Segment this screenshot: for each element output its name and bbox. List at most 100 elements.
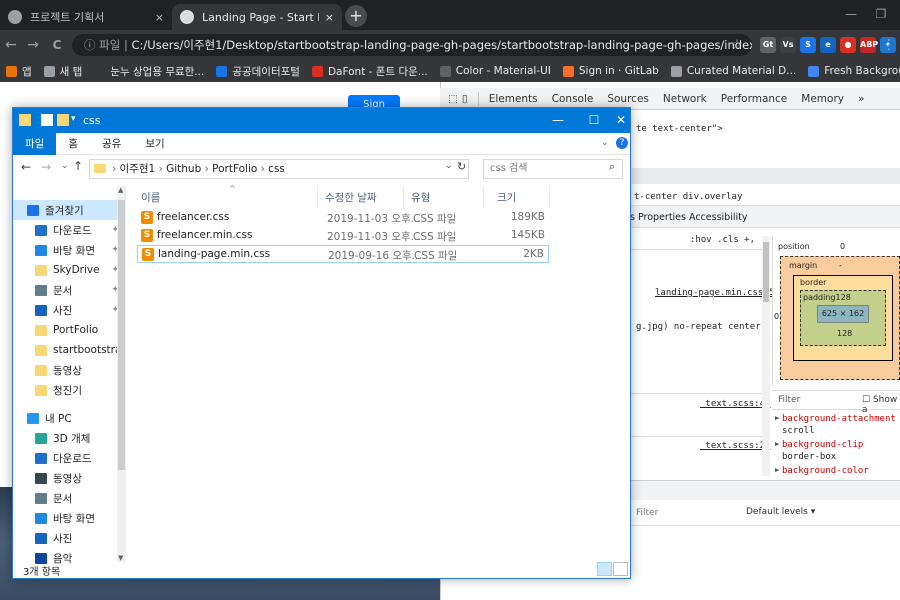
forward-icon[interactable]: →: [24, 36, 42, 54]
new-tab-button[interactable]: +: [345, 5, 367, 27]
nav-pane-item[interactable]: 바탕 화면 ✦: [13, 240, 123, 260]
nav-pane-item[interactable]: 즐겨찾기: [13, 200, 123, 220]
console-filter-input[interactable]: Filter: [636, 508, 658, 518]
nav-pane-item[interactable]: 음악: [13, 548, 123, 564]
file-row[interactable]: Sfreelancer.css 2019-11-03 오후... CSS 파일 189…: [137, 209, 549, 227]
ext-e-icon[interactable]: e: [820, 37, 836, 53]
bookmark-star-icon[interactable]: ☆: [728, 36, 746, 54]
source-link[interactable]: landing-page.min.css:5: [655, 288, 774, 298]
devtools-tab[interactable]: Performance: [721, 93, 788, 105]
nav-pane-item[interactable]: SkyDrive ✦: [13, 260, 123, 280]
nav-pane-item[interactable]: 다운로드: [13, 448, 123, 468]
recent-locations-icon[interactable]: ⌄: [61, 161, 69, 171]
path-dropdown-icon[interactable]: ⌄: [445, 161, 453, 171]
devtools-tab[interactable]: Elements: [489, 93, 538, 105]
bookmark-item[interactable]: 앱: [6, 64, 32, 79]
reload-icon[interactable]: C: [48, 36, 66, 54]
adblock-icon[interactable]: ABP: [860, 37, 878, 53]
nav-pane-item[interactable]: 문서: [13, 488, 123, 508]
nav-pane-item[interactable]: 문서 ✦: [13, 280, 123, 300]
minimize-window-icon[interactable]: —: [836, 0, 866, 30]
nav-pane-item[interactable]: 다운로드 ✦: [13, 220, 123, 240]
properties-icon[interactable]: [41, 114, 53, 126]
nav-pane-item[interactable]: 동영상: [13, 360, 123, 380]
forward-icon[interactable]: →: [41, 160, 51, 174]
help-icon[interactable]: ?: [616, 137, 628, 149]
ext-s-icon[interactable]: S: [800, 37, 816, 53]
close-tab-icon[interactable]: ×: [325, 11, 334, 24]
maximize-window-icon[interactable]: ❐: [866, 0, 896, 30]
ext-vs-icon[interactable]: Vs: [780, 37, 796, 53]
nav-pane-item[interactable]: 내 PC: [13, 408, 123, 428]
path-separator-icon[interactable]: ›: [201, 163, 212, 175]
devtools-tab[interactable]: Memory: [801, 93, 844, 105]
ribbon-tab[interactable]: 공유: [90, 133, 133, 155]
bookmark-item[interactable]: DaFont - 폰트 다운...: [311, 64, 428, 79]
source-link[interactable]: _text.scss:24: [700, 441, 770, 451]
tab-landing-page[interactable]: Landing Page - Start Bootstrap ×: [172, 4, 342, 30]
search-icon[interactable]: ⌕: [609, 160, 615, 174]
ribbon-tab[interactable]: 홈: [56, 133, 90, 155]
info-icon[interactable]: ⓘ: [84, 38, 96, 52]
devtools-tab[interactable]: Sources: [607, 93, 649, 105]
devtools-tab[interactable]: Console: [552, 93, 594, 105]
nav-pane-scrollbar[interactable]: ▲ ▼: [117, 186, 126, 562]
path-separator-icon[interactable]: ›: [257, 163, 268, 175]
tab-project-plan[interactable]: 프로젝트 기획서 ×: [0, 4, 172, 30]
inspect-icon[interactable]: ⬚: [448, 93, 458, 105]
computed-filter[interactable]: Filter ☐ Show a: [772, 390, 900, 415]
ribbon-expand-icon[interactable]: ⌄: [601, 138, 609, 148]
path-segment[interactable]: PortFolio: [212, 163, 257, 175]
devtools-tab[interactable]: »: [858, 93, 864, 105]
up-icon[interactable]: ↑: [73, 159, 83, 173]
file-row[interactable]: Sfreelancer.min.css 2019-11-03 오후... CSS 파…: [137, 227, 549, 245]
nav-pane-item[interactable]: 바탕 화면: [13, 508, 123, 528]
ext-red-icon[interactable]: ●: [840, 37, 856, 53]
menu-icon[interactable]: ⋮: [880, 36, 898, 54]
device-toggle-icon[interactable]: ▯: [462, 93, 468, 105]
nav-pane-item[interactable]: PortFolio: [13, 320, 123, 340]
expand-arrow-icon[interactable]: ▶: [775, 466, 779, 474]
computed-property-name[interactable]: background-attachment: [782, 414, 896, 424]
bookmark-item[interactable]: 눈누 상업용 무료한...: [94, 64, 204, 79]
ribbon-tab[interactable]: 보기: [133, 133, 176, 155]
show-all-checkbox[interactable]: ☐ Show a: [862, 395, 900, 415]
devtools-tab[interactable]: Network: [663, 93, 707, 105]
bookmark-item[interactable]: Sign in · GitLab: [562, 65, 659, 77]
path-separator-icon[interactable]: ›: [155, 163, 166, 175]
nav-pane-item[interactable]: 3D 개체: [13, 428, 123, 448]
back-icon[interactable]: ←: [2, 36, 20, 54]
path-separator-icon[interactable]: ›: [112, 163, 120, 175]
log-levels-dropdown[interactable]: Default levels ▾: [746, 507, 815, 517]
large-icons-view-icon[interactable]: [613, 562, 628, 576]
column-size[interactable]: 크기: [497, 190, 516, 205]
refresh-icon[interactable]: ↻: [457, 160, 466, 173]
computed-property-name[interactable]: background-color: [782, 466, 869, 476]
search-input[interactable]: css 검색: [483, 159, 623, 179]
hov-cls-controls[interactable]: :hov .cls +,: [690, 235, 755, 245]
path-segment[interactable]: 이주현1: [120, 163, 156, 175]
translate-icon[interactable]: Gt: [760, 37, 776, 53]
bookmark-item[interactable]: 공공데이터포털: [216, 64, 300, 79]
close-tab-icon[interactable]: ×: [155, 11, 164, 24]
nav-pane-item[interactable]: startbootstrap-la: [13, 340, 123, 360]
path-segment[interactable]: css: [268, 163, 285, 175]
nav-pane-item[interactable]: 동영상: [13, 468, 123, 488]
nav-pane-item[interactable]: 사진: [13, 528, 123, 548]
back-icon[interactable]: ←: [21, 160, 31, 174]
computed-property-name[interactable]: background-clip: [782, 440, 863, 450]
column-name[interactable]: 이름: [141, 190, 160, 205]
close-icon[interactable]: ✕: [603, 108, 639, 133]
bookmark-item[interactable]: Curated Material D...: [670, 65, 796, 77]
nav-pane-item[interactable]: 사진 ✦: [13, 300, 123, 320]
bookmark-item[interactable]: 새 탭: [43, 64, 82, 79]
path-segment[interactable]: Github: [166, 163, 201, 175]
styles-scrollbar[interactable]: [762, 236, 770, 476]
file-row[interactable]: Slanding-page.min.css 2019-09-16 오후... CSS…: [137, 245, 549, 263]
expand-arrow-icon[interactable]: ▶: [775, 414, 779, 422]
new-folder-icon[interactable]: [57, 114, 69, 126]
address-bar[interactable]: ⓘ 파일 | C:/Users/이주현1/Desktop/startbootst…: [72, 34, 752, 56]
details-view-icon[interactable]: [597, 562, 612, 576]
source-link[interactable]: _text.scss:45: [700, 399, 770, 409]
bookmark-item[interactable]: Color - Material-UI: [439, 65, 551, 77]
